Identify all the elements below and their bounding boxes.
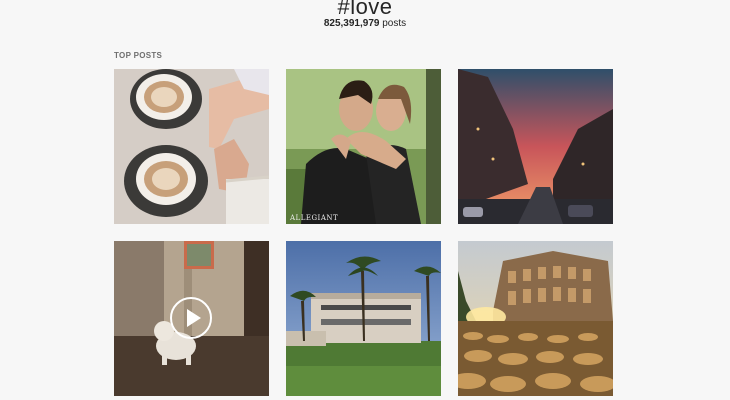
play-icon[interactable]	[170, 297, 212, 339]
post-image	[458, 69, 613, 224]
post-couple-embrace[interactable]: ALLEGIANT	[286, 69, 441, 224]
post-caption: ALLEGIANT	[290, 214, 339, 222]
hashtag-title: #love	[337, 0, 393, 19]
post-image	[286, 69, 441, 224]
post-image	[458, 241, 613, 396]
post-coffee-hands[interactable]	[114, 69, 269, 224]
post-villa-palm-trees[interactable]	[286, 241, 441, 396]
post-count-suffix: posts	[379, 18, 407, 29]
section-label: TOP POSTS	[114, 51, 163, 60]
post-colosseum-sunset[interactable]	[458, 241, 613, 396]
post-puppy-video[interactable]	[114, 241, 269, 396]
post-count-number: 825,391,979	[323, 18, 380, 29]
post-city-street-sunset[interactable]	[458, 69, 613, 224]
post-image	[114, 69, 269, 224]
post-count: 825,391,979 posts	[0, 18, 730, 29]
post-image	[286, 241, 441, 396]
